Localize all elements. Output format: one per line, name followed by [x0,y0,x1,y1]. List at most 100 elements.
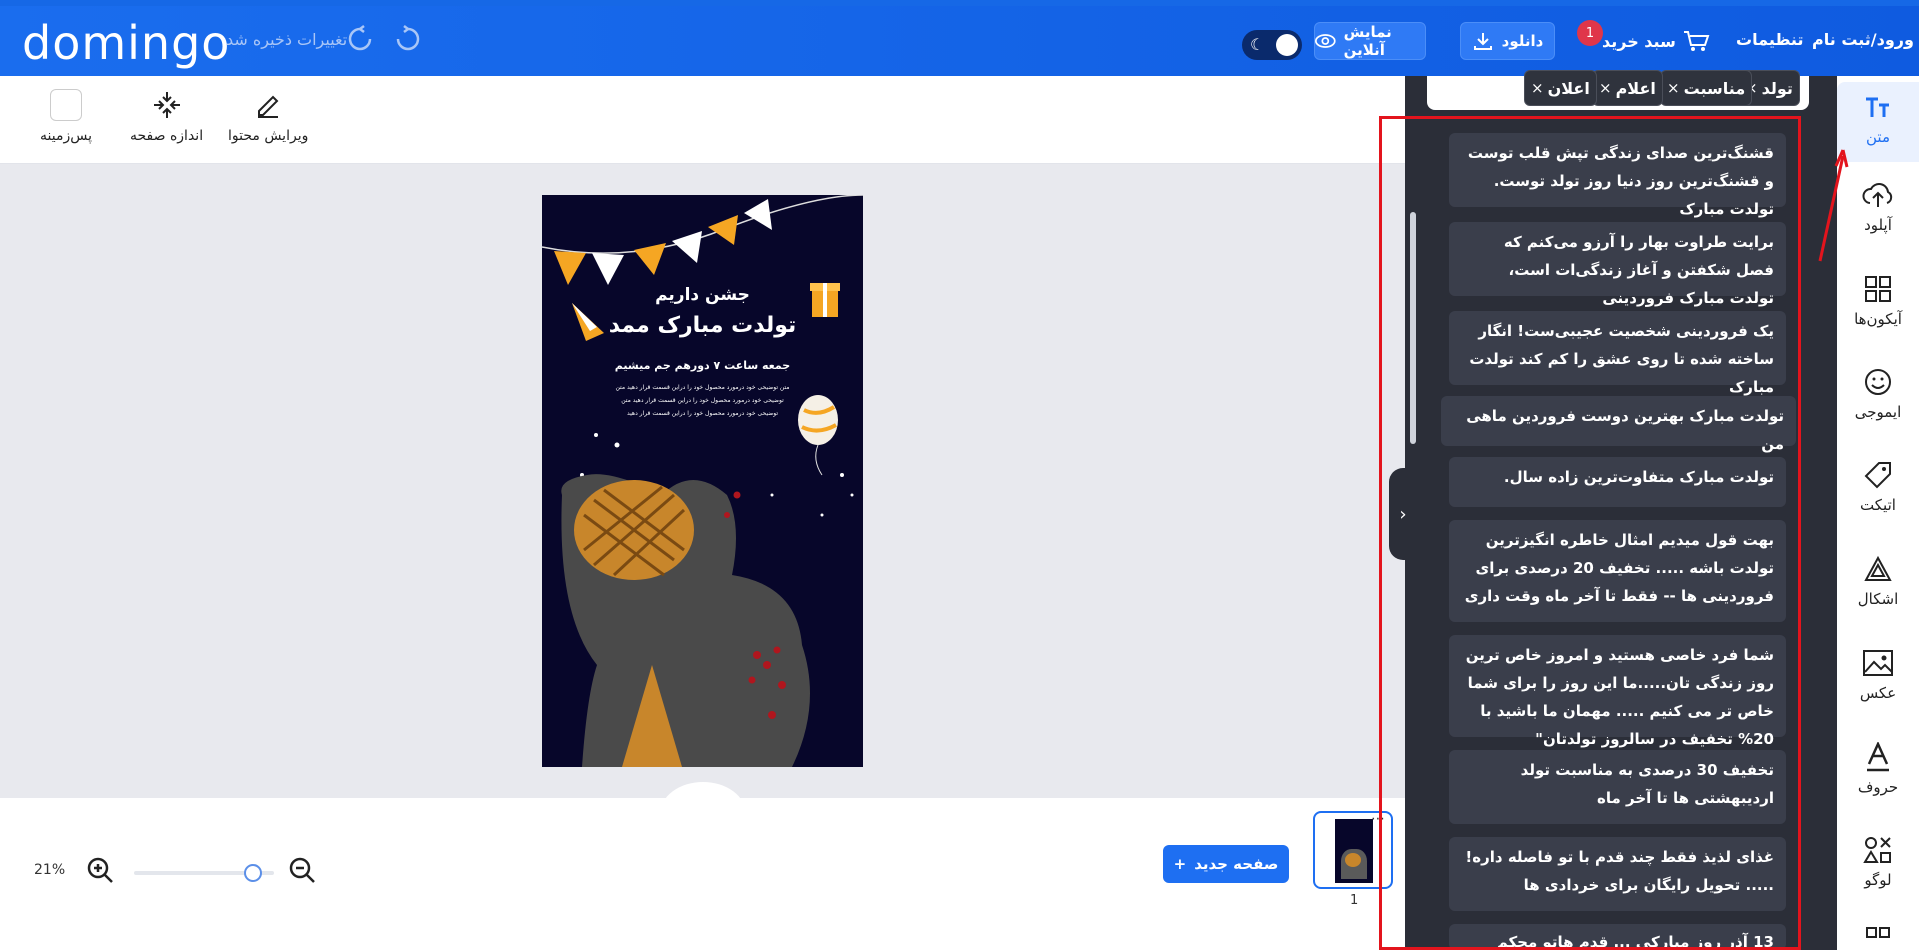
zoom-in-icon[interactable] [86,856,114,884]
text-template-card[interactable]: یک فروردینی شخصیت عجیبی‌ست! انگار ساخته … [1449,311,1786,396]
design-title-small: جشن داریم [655,285,750,305]
nav-label: ایموجی [1854,403,1902,421]
close-icon[interactable]: × [1667,79,1680,97]
toggle-knob [1276,34,1298,56]
text-template-card[interactable]: تخفیف 30 درصدی به مناسبت تولد اردیبهشتی … [1449,750,1786,824]
text-template-card[interactable]: تولدت مبارک متفاوت‌ترین زاده سال. [1449,457,1786,507]
nav-emoji[interactable]: ایموجی [1837,365,1919,421]
close-icon[interactable]: × [1599,79,1612,97]
text-template-card[interactable]: قشنگ‌ترین صدای زندگی تپش قلب توست و قشنگ… [1449,133,1786,218]
design-subtitle: جمعه ساعت ۷ دورهم جم میشیم [614,359,791,372]
page-thumbnail-image [1335,819,1373,883]
design-title-large: تولدت مبارک ممد [608,313,797,338]
image-icon [1861,646,1895,680]
text-template-card[interactable]: برایت طراوت بهار را آرزو می‌کنم که فصل ش… [1449,222,1786,307]
top-bar: domingo تغییرات ذخیره شد ☾ نمایش آنلاین … [0,0,1919,76]
redo-icon[interactable] [345,24,375,54]
nav-shapes[interactable]: اشکال [1837,552,1919,608]
editor-app: { "header": { "logo": "domingo", "saved_… [0,0,1919,950]
text-icon [1861,90,1895,124]
new-page-button[interactable]: + صفحه جدید [1163,845,1289,883]
cart-icon [1683,31,1710,51]
nav-photo[interactable]: عکس [1837,646,1919,702]
page-number: 1 [1350,893,1359,908]
background-label: پس‌زمینه [40,128,92,144]
tag-label: مناسبت [1683,78,1746,98]
download-label: دانلود [1501,32,1544,50]
tag-label: اعلام [1615,78,1656,98]
logo[interactable]: domingo [22,16,230,70]
text-template-card[interactable]: غذای لذیذ فقط چند قدم با تو فاصله داره! … [1449,837,1786,911]
triangle-icon [1861,552,1895,586]
undo-icon[interactable] [393,24,423,54]
page-thumbnail[interactable]: ⋯ [1313,811,1393,889]
pencil-icon [251,88,285,122]
text-template-card[interactable]: شما فرد خاصی هستید و امروز خاص ترین روز … [1449,635,1786,748]
text-template-card[interactable]: 13 آذر روز میارکی ... قدم هاتو محکم بردا… [1449,924,1786,950]
cart-badge: 1 [1577,20,1603,46]
tag-icon [1861,458,1895,492]
tag-chip[interactable]: × مناسبت [1660,70,1753,106]
tag-label: تولد [1761,78,1793,98]
tag-chip[interactable]: × اعلام [1592,70,1663,106]
shapes-icon [1861,833,1895,867]
moon-icon: ☾ [1250,35,1265,54]
nav-label: اشکال [1857,590,1899,608]
bunting-flag [554,251,586,285]
nav-logo[interactable]: لوگو [1837,833,1919,889]
bunting-flag [672,231,702,263]
page-size-label: اندازه صفحه [130,128,204,144]
design-body-line: توضیحی خود درمورد محصول خود را دراین قسم… [621,397,784,404]
download-button[interactable]: دانلود [1460,22,1555,60]
background-swatch [49,89,82,121]
download-icon [1473,33,1492,50]
settings-link[interactable]: تنظیمات [1736,30,1803,49]
close-icon[interactable]: × [1531,79,1544,97]
nav-icons[interactable]: آیکون‌ها [1837,272,1919,328]
design-body-line: متن توضیحی خود درمورد محصول خود را دراین… [615,384,790,391]
grid-icon [1861,272,1895,306]
more-icon[interactable]: ⋯ [1371,811,1385,827]
nav-fonts[interactable]: حروف [1837,740,1919,796]
login-link[interactable]: ورود/ثبت نام [1812,30,1914,49]
nav-text[interactable]: متن [1837,82,1919,162]
page-size-tool[interactable]: اندازه صفحه [130,88,203,144]
save-status: تغییرات ذخیره شد [226,30,348,49]
text-template-card[interactable]: تولدت مبارک بهترین دوست فروردین ماهی من [1441,396,1796,453]
theme-toggle[interactable]: ☾ [1242,30,1302,60]
nav-label: لوگو [1864,871,1892,889]
bunting-flag [708,215,738,245]
cart-label: سبد خرید [1602,31,1676,51]
tag-label: اعلان [1547,78,1590,98]
eye-icon [1315,34,1336,48]
tag-chip[interactable]: × اعلان [1524,70,1597,106]
nav-label: اتیکت [1860,496,1896,514]
chevron-right-icon: › [1399,503,1407,525]
nav-label: حروف [1857,778,1899,796]
nav-label: متن [1866,128,1890,146]
thumbnail-pie [1345,853,1361,867]
edit-content-label: ویرایش محتوا [228,128,309,144]
zoom-out-icon[interactable] [288,856,316,884]
zoom-slider-thumb[interactable] [244,864,262,882]
cart-button[interactable]: سبد خرید [1602,24,1710,58]
design-body: متن توضیحی خود درمورد محصول خود را دراین… [582,381,823,420]
nav-more[interactable] [1837,926,1919,950]
zoom-value: 21% [34,862,66,878]
font-icon [1861,740,1895,774]
nav-sticker[interactable]: اتیکت [1837,458,1919,514]
bunting-flag [744,199,772,230]
nav-label: آیکون‌ها [1854,310,1902,328]
design-page[interactable]: جشن داریم تولدت مبارک ممد جمعه ساعت ۷ دو… [542,195,863,767]
background-tool[interactable]: پس‌زمینه [40,88,92,144]
nav-label: آپلود [1864,216,1892,234]
editor-toolbar: ویرایش محتوا اندازه صفحه پس‌زمینه [0,76,1405,164]
panel-scrollbar[interactable] [1410,212,1416,444]
upload-cloud-icon [1861,178,1895,212]
nav-upload[interactable]: آپلود [1837,178,1919,234]
text-template-card[interactable]: بهت قول میدیم امثال خاطره انگیزترین تولد… [1449,520,1786,622]
online-preview-button[interactable]: نمایش آنلاین [1314,22,1426,60]
edit-content-tool[interactable]: ویرایش محتوا [228,88,308,144]
online-preview-label: نمایش آنلاین [1343,23,1392,59]
panel-collapse-handle[interactable]: › [1389,468,1417,560]
